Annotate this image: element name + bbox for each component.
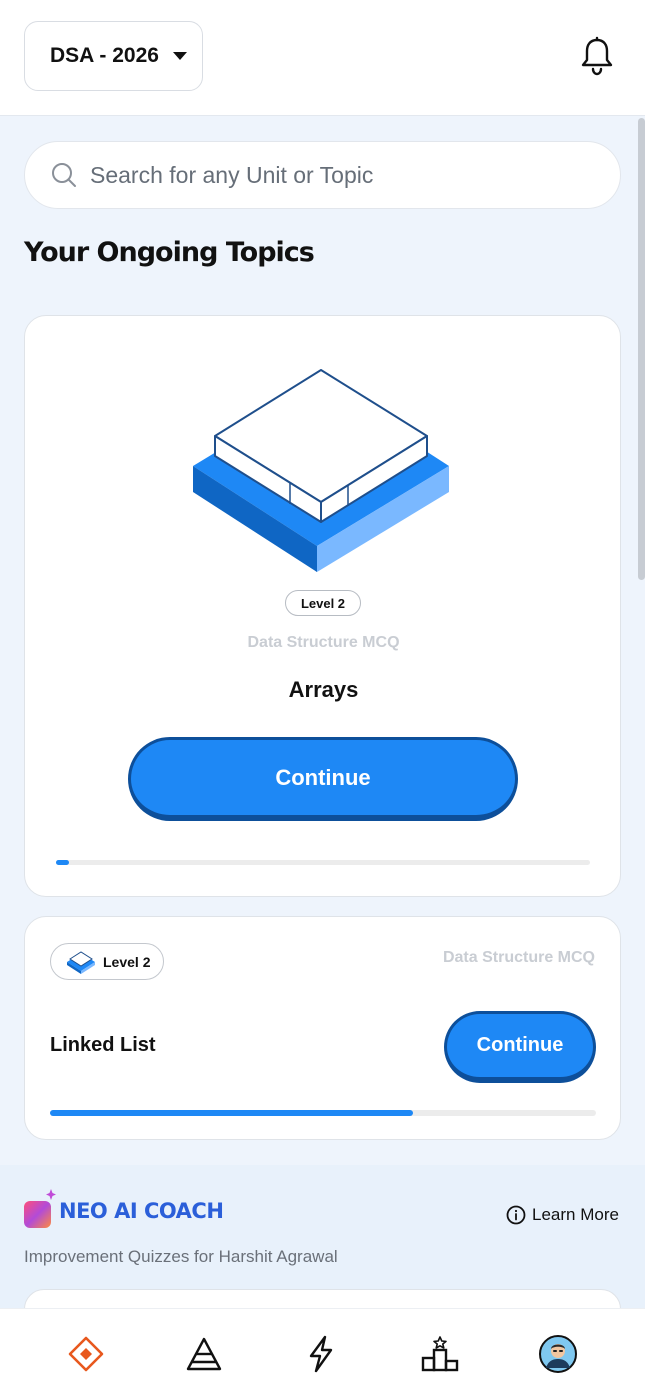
topic-title: Arrays	[288, 677, 359, 702]
topic-title: Linked List	[50, 1034, 156, 1056]
progress-bar	[56, 860, 590, 865]
course-selector-label: DSA - 2026	[50, 44, 159, 67]
course-selector[interactable]: DSA - 2026	[24, 21, 203, 91]
topic-card-linked-list[interactable]: Level 2 Data Structure MCQ Linked List C…	[24, 916, 621, 1140]
search-icon	[52, 163, 76, 187]
subject-label: Data Structure MCQ	[247, 634, 400, 651]
subject-label: Data Structure MCQ	[442, 949, 595, 966]
top-header: DSA - 2026	[0, 0, 645, 116]
caret-down-icon	[172, 52, 187, 60]
bottom-navigation	[0, 1308, 645, 1398]
level-block-icon	[67, 950, 95, 974]
lightning-icon[interactable]	[301, 1334, 341, 1374]
level-badge-label: Level 2	[103, 953, 151, 970]
search-placeholder: Search for any Unit or Topic	[90, 161, 374, 188]
coach-subtitle: Improvement Quizzes for Harshit Agrawal	[24, 1247, 338, 1266]
level-badge: Level 2	[285, 590, 361, 616]
bell-icon[interactable]	[578, 36, 616, 76]
continue-button[interactable]: Continue	[444, 1011, 596, 1083]
learn-more-link[interactable]: Learn More	[506, 1205, 619, 1225]
level-badge: Level 2	[50, 943, 164, 980]
progress-fill	[50, 1110, 414, 1116]
level-block-illustration	[193, 369, 449, 572]
section-title: Your Ongoing Topics	[24, 237, 315, 268]
topic-card-arrays[interactable]: Level 2 Data Structure MCQ Arrays Contin…	[24, 315, 621, 897]
leaderboard-icon[interactable]	[420, 1334, 460, 1374]
scrollbar[interactable]	[638, 118, 645, 580]
coach-title: NEO AI COACH	[59, 1199, 224, 1223]
learn-more-label: Learn More	[532, 1205, 619, 1224]
progress-fill	[56, 860, 70, 865]
home-icon[interactable]	[66, 1334, 106, 1374]
progress-bar	[50, 1110, 596, 1116]
profile-avatar[interactable]	[538, 1334, 578, 1374]
continue-button[interactable]: Continue	[128, 737, 518, 821]
search-input[interactable]: Search for any Unit or Topic	[24, 141, 621, 209]
ai-coach-section: NEO AI COACH Learn More Improvement Quiz…	[0, 1165, 645, 1329]
pyramid-icon[interactable]	[184, 1334, 224, 1374]
info-icon	[506, 1205, 526, 1225]
neo-ai-logo-icon	[24, 1189, 56, 1228]
